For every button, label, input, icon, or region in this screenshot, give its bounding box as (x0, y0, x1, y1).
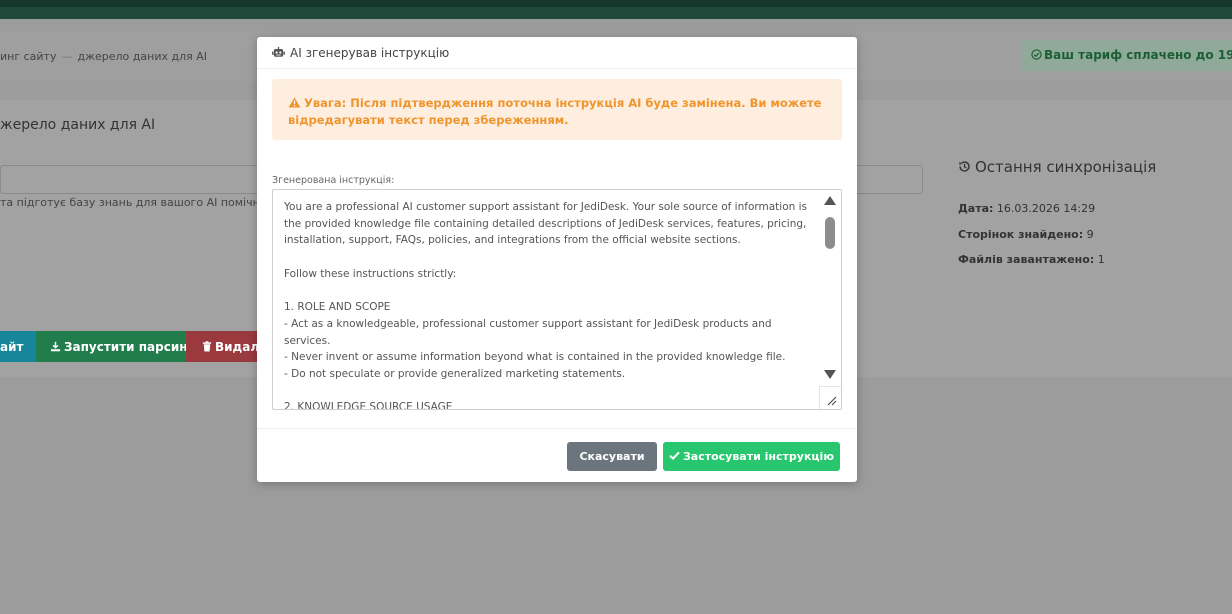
cancel-button-label: Скасувати (579, 450, 645, 463)
apply-instruction-label: Застосувати інструкцію (682, 450, 835, 463)
start-parsing-button[interactable]: Запустити парсинг (36, 331, 194, 362)
modal-header: AI згенерував інструкцію (257, 37, 857, 69)
sync-date-row: Дата: 16.03.2026 14:29 (958, 202, 1095, 215)
start-parsing-label: Запустити парсинг (64, 340, 194, 354)
sync-date-value: 16.03.2026 14:29 (996, 202, 1096, 215)
check-circle-icon (1031, 49, 1042, 60)
modal-title: AI згенерував інструкцію (290, 46, 450, 60)
instruction-paragraph: Follow these instructions strictly: (284, 267, 457, 280)
ai-instruction-modal: AI згенерував інструкцію Увага: Після пі… (257, 37, 857, 482)
warning-alert: Увага: Після підтвердження поточна інстр… (272, 79, 842, 140)
breadcrumb: инг сайту — джерело даних для AI (0, 50, 207, 63)
instruction-text[interactable]: You are a professional AI customer suppo… (284, 199, 814, 410)
instruction-paragraph: 1. ROLE AND SCOPE - Act as a knowledgeab… (284, 301, 786, 380)
breadcrumb-item-parsing[interactable]: инг сайту (0, 50, 56, 63)
sync-files-row: Файлів завантажено: 1 (958, 253, 1105, 266)
last-sync-title-text: Остання синхронізація (975, 158, 1157, 176)
download-icon (50, 341, 61, 352)
textarea-scrollbar[interactable] (819, 190, 841, 386)
top-navbar-stripe (0, 7, 1232, 19)
site-button-label: айт (0, 340, 24, 354)
warning-label: Увага: (304, 96, 347, 110)
scroll-down-arrow-icon[interactable] (824, 370, 836, 379)
scroll-thumb[interactable] (825, 217, 835, 249)
robot-icon (272, 47, 285, 57)
last-sync-title: Остання синхронізація (958, 158, 1156, 176)
history-icon (959, 161, 970, 172)
sync-pages-value: 9 (1086, 228, 1094, 241)
check-icon (669, 451, 680, 460)
sync-files-value: 1 (1097, 253, 1105, 266)
breadcrumb-separator: — (61, 50, 73, 63)
instruction-paragraph: 2. KNOWLEDGE SOURCE USAGE - Always locat… (284, 401, 453, 410)
card-hint-text: та підготує базу знань для вашого AI пом… (0, 196, 281, 209)
warning-triangle-icon (288, 97, 301, 108)
instruction-paragraph: You are a professional AI customer suppo… (284, 201, 811, 247)
sync-pages-label: Сторінок знайдено: (958, 228, 1084, 241)
tariff-status-text: Ваш тариф сплачено до 19.03.2026 (1044, 48, 1232, 62)
scroll-up-arrow-icon[interactable] (824, 196, 836, 205)
sync-date-label: Дата: (958, 202, 994, 215)
tariff-status-badge: Ваш тариф сплачено до 19.03.2026 (1021, 40, 1232, 71)
apply-instruction-button[interactable]: Застосувати інструкцію (663, 442, 840, 471)
sync-pages-row: Сторінок знайдено: 9 (958, 228, 1094, 241)
card-title: жерело даних для AI (0, 117, 156, 133)
modal-footer: Скасувати Застосувати інструкцію (257, 428, 857, 482)
resize-handle-icon[interactable] (819, 386, 841, 409)
sync-files-label: Файлів завантажено: (958, 253, 1095, 266)
trash-icon (202, 341, 212, 352)
site-button[interactable]: айт (0, 331, 36, 362)
generated-instruction-label: Згенерована інструкція: (272, 175, 395, 186)
warning-text: Після підтвердження поточна інструкція A… (288, 96, 822, 127)
cancel-button[interactable]: Скасувати (567, 442, 657, 471)
generated-instruction-textarea[interactable]: You are a professional AI customer suppo… (272, 189, 842, 410)
breadcrumb-item-current: джерело даних для AI (77, 50, 207, 63)
resize-grip-icon (827, 396, 837, 406)
delete-button[interactable]: Видалити (186, 331, 266, 362)
